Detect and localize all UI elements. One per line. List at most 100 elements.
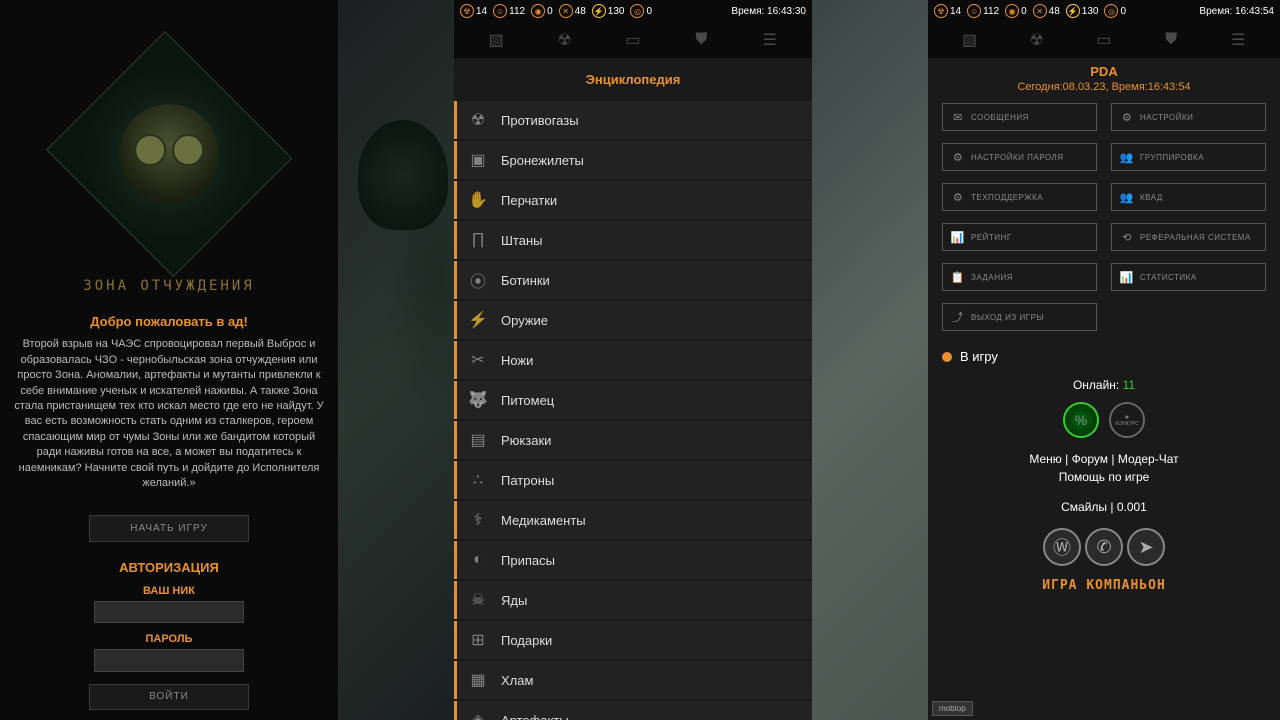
tab-screen-icon[interactable]: ▭ [1092,30,1116,50]
pda-button[interactable]: ⚙НАСТРОЙКИ ПАРОЛЯ [942,143,1097,171]
pda-button[interactable]: ✉СООБЩЕНИЯ [942,103,1097,131]
encyclopedia-item[interactable]: ⚡Оружие [454,301,812,339]
stat-icon-1: ☢ [934,4,948,18]
button-label: ЗАДАНИЯ [971,273,1013,282]
item-label: Противогазы [501,113,579,128]
item-label: Перчатки [501,193,557,208]
item-label: Ножи [501,353,533,368]
encyclopedia-item[interactable]: ✋ Перчатки [454,181,812,219]
stat-icon-3: ◉ [1005,4,1019,18]
encyclopedia-item[interactable]: ∴Патроны [454,461,812,499]
encyclopedia-item[interactable]: ▣Бронежилеты [454,141,812,179]
contest-badge[interactable]: ★КОНКУРС [1109,402,1145,438]
pda-button[interactable]: ⚙ТЕХПОДДЕРЖКА [942,183,1097,211]
item-icon: ⚕ [467,509,489,531]
button-label: ВЫХОД ИЗ ИГРЫ [971,313,1044,322]
encyclopedia-item[interactable]: ✂Ножи [454,341,812,379]
pda-button[interactable]: ⚙НАСТРОЙКИ [1111,103,1266,131]
pda-button[interactable]: 📊 РЕЙТИНГ [942,223,1097,251]
item-icon: ☢ [467,109,489,131]
item-label: Артефакты [501,713,569,720]
encyclopedia-item[interactable]: ⊞Подарки [454,621,812,659]
tab-mask-icon[interactable]: ☢ [1025,30,1049,50]
item-icon: ✋ [467,189,489,211]
vk-icon[interactable]: Ⓦ [1043,528,1081,566]
password-input[interactable] [94,649,244,672]
button-icon: ⤴ [951,310,965,324]
time-display: Время: 16:43:54 [1199,6,1274,17]
badge-row: % ★КОНКУРС [928,396,1280,444]
encyclopedia-item[interactable]: ∏Штаны [454,221,812,259]
tab-menu-icon[interactable]: ☰ [758,30,782,50]
pda-button[interactable]: 📊СТАТИСТИКА [1111,263,1266,291]
encyclopedia-panel: ☢14 ☺112 ◉0 ✕48 ⚡130 ◎0 Время: 16:43:30 … [454,0,812,720]
encyclopedia-title: Энциклопедия [454,58,812,101]
pda-button[interactable]: ⟲РЕФЕРАЛЬНАЯ СИСТЕМА [1111,223,1266,251]
button-icon: 📊 [951,230,965,244]
tab-bar: ▧ ☢ ▭ ⛊ ☰ [928,22,1280,58]
promo-badge[interactable]: % [1063,402,1099,438]
tab-screen-icon[interactable]: ▭ [621,30,645,50]
pda-button[interactable]: ⤴ ВЫХОД ИЗ ИГРЫ [942,303,1097,331]
pda-title: PDA [928,58,1280,81]
password-label: ПАРОЛЬ [146,633,193,645]
encyclopedia-item[interactable]: ◐Припасы [454,541,812,579]
button-label: ТЕХПОДДЕРЖКА [971,193,1043,202]
encyclopedia-item[interactable]: ▦Хлам [454,661,812,699]
ingame-dot-icon [942,352,952,362]
encyclopedia-item[interactable]: ⚕Медикаменты [454,501,812,539]
button-label: НАСТРОЙКИ ПАРОЛЯ [971,153,1064,162]
encyclopedia-item[interactable]: 🐺 Питомец [454,381,812,419]
button-label: СООБЩЕНИЯ [971,113,1029,122]
social-row: Ⓦ ✆ ➤ [928,522,1280,572]
login-button[interactable]: ВОЙТИ [89,684,249,710]
whatsapp-icon[interactable]: ✆ [1085,528,1123,566]
encyclopedia-item[interactable]: ☠Яды [454,581,812,619]
telegram-icon[interactable]: ➤ [1127,528,1165,566]
nick-input[interactable] [94,601,244,624]
tab-mask-icon[interactable]: ☢ [553,30,577,50]
stat-icon-5: ⚡ [1066,4,1080,18]
item-label: Питомец [501,393,554,408]
tab-armor-icon[interactable]: ⛊ [1159,30,1183,50]
pda-button[interactable]: 👥КВАД [1111,183,1266,211]
item-label: Штаны [501,233,542,248]
game-title: ЗОНА ОТЧУЖДЕНИЯ [83,278,254,294]
button-icon: 👥 [1120,190,1134,204]
menu-links[interactable]: Меню | Форум | Модер-Чат [1029,452,1178,466]
tab-armor-icon[interactable]: ⛊ [689,30,713,50]
item-icon: ◈ [467,709,489,720]
tab-map-icon[interactable]: ▧ [484,30,508,50]
ingame-link[interactable]: В игру [928,331,1280,374]
smiles-link[interactable]: Смайлы | 0.001 [928,492,1280,522]
button-icon: 👥 [1120,150,1134,164]
item-label: Ботинки [501,273,550,288]
game-logo [46,31,292,277]
item-label: Подарки [501,633,552,648]
encyclopedia-item[interactable]: ☢ Противогазы [454,101,812,139]
status-bar: ☢14 ☺112 ◉0 ✕48 ⚡130 ◎0 Время: 16:43:30 [454,0,812,22]
pda-button[interactable]: 👥ГРУППИРОВКА [1111,143,1266,171]
encyclopedia-item[interactable]: ⦿Ботинки [454,261,812,299]
tab-menu-icon[interactable]: ☰ [1226,30,1250,50]
companion-link[interactable]: ИГРА КОМПАНЬОН [928,572,1280,599]
button-label: РЕЙТИНГ [971,233,1012,242]
tab-map-icon[interactable]: ▧ [958,30,982,50]
item-icon: 🐺 [467,389,489,411]
pda-button-grid: ✉СООБЩЕНИЯ ⚙НАСТРОЙКИ ⚙НАСТРОЙКИ ПАРОЛЯ 👥ГР… [928,103,1280,331]
encyclopedia-item[interactable]: ◈ Артефакты [454,701,812,720]
start-game-button[interactable]: НАЧАТЬ ИГРУ [89,515,249,541]
help-link[interactable]: Помощь по игре [1059,470,1150,484]
mobtop-badge[interactable]: mobtop [932,701,973,716]
welcome-heading: Добро пожаловать в ад! [90,314,248,329]
encyclopedia-item[interactable]: ▤Рюкзаки [454,421,812,459]
stat-icon-6: ◎ [630,4,644,18]
pda-button[interactable]: 📋 ЗАДАНИЯ [942,263,1097,291]
button-icon: 📋 [951,270,965,284]
stat-icon-6: ◎ [1104,4,1118,18]
stat-icon-2: ☺ [493,4,507,18]
nick-label: ВАШ НИК [143,585,195,597]
auth-heading: АВТОРИЗАЦИЯ [119,560,219,575]
status-bar: ☢14 ☺112 ◉0 ✕48 ⚡130 ◎0 Время: 16:43:54 [928,0,1280,22]
item-label: Оружие [501,313,548,328]
